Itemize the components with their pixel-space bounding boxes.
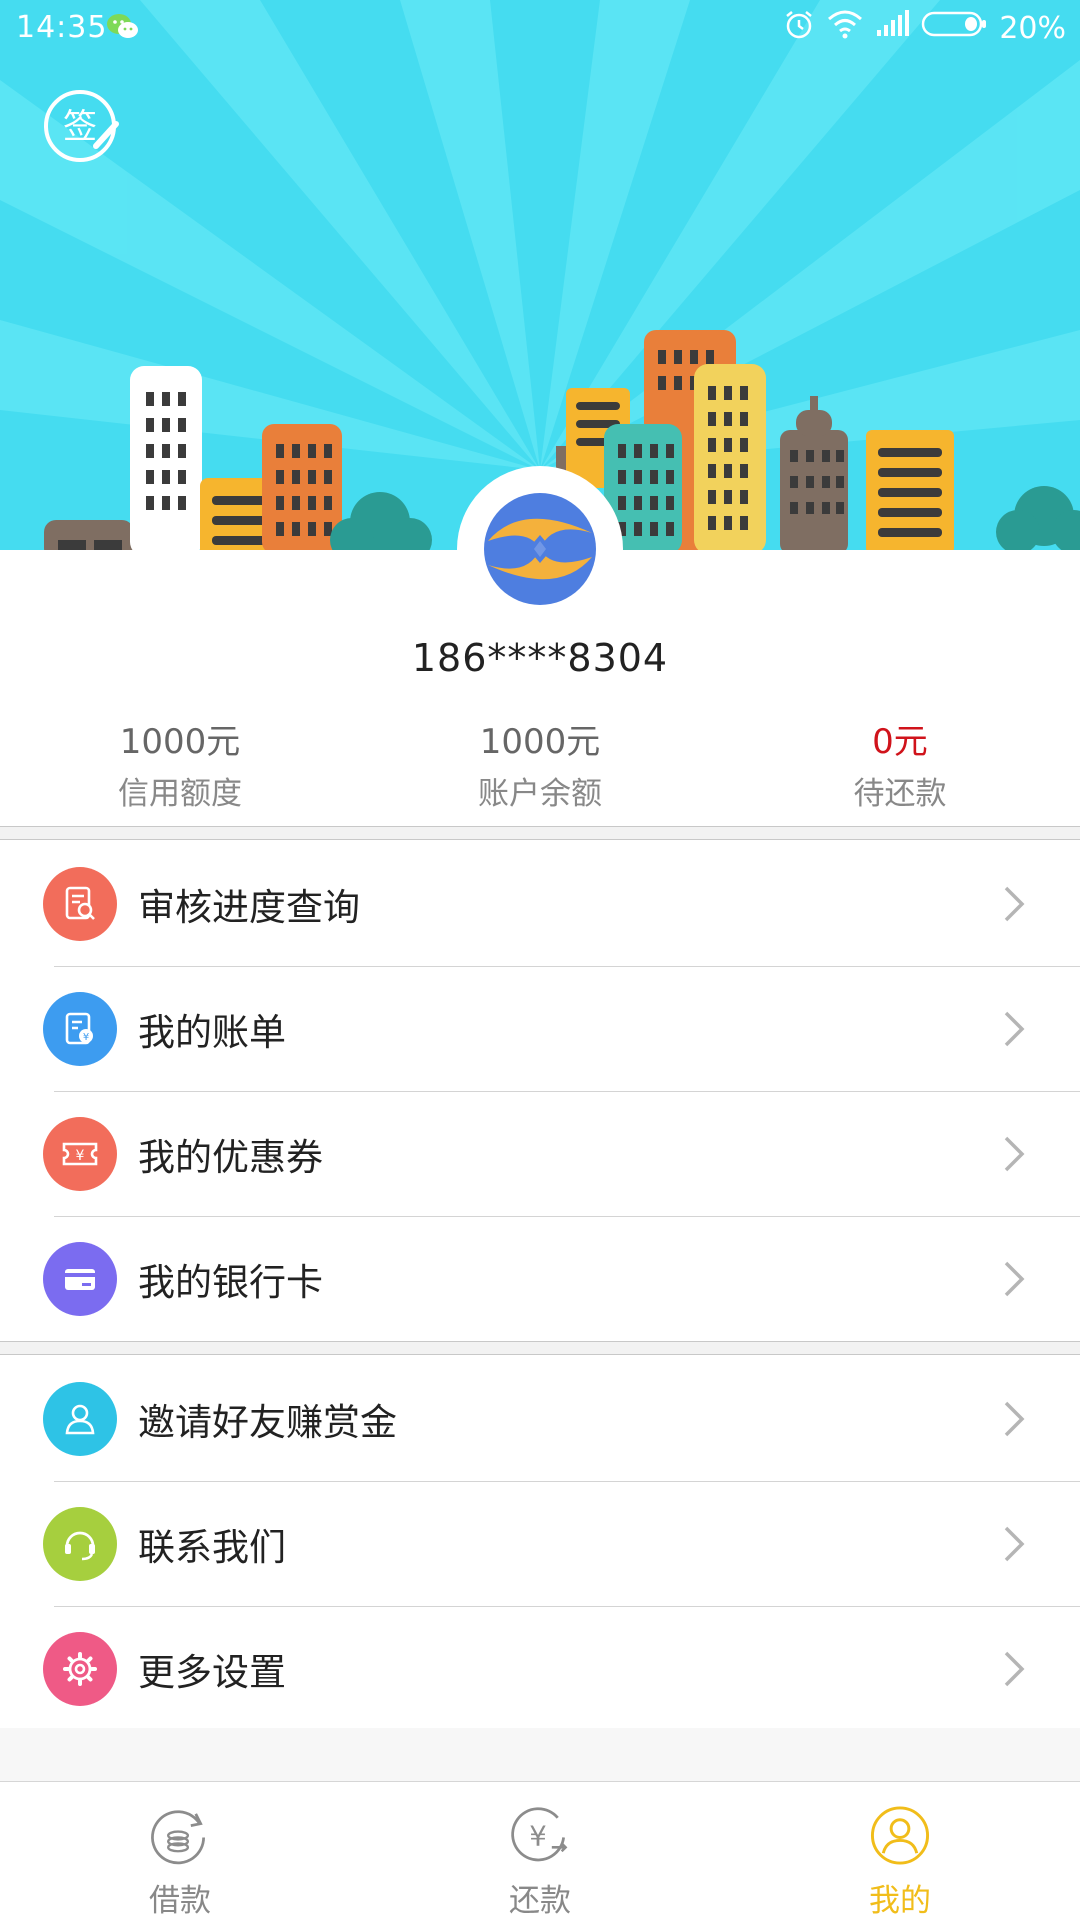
chevron-right-icon <box>1004 1136 1025 1171</box>
tab-repay[interactable]: ¥ 还款 <box>360 1782 720 1920</box>
gear-icon <box>43 1631 117 1706</box>
svg-text:¥: ¥ <box>529 1820 547 1852</box>
status-indicators: 20% <box>783 8 1066 48</box>
menu-label: 更多设置 <box>138 1650 286 1694</box>
sign-in-label: 签 <box>63 107 97 147</box>
stat-pending-repayment[interactable]: 0元 待还款 <box>720 718 1080 828</box>
profile-page: 14:35 20% 签 186****8304 1000元 信用额度 1000元… <box>0 0 1080 1920</box>
account-stats: 1000元 信用额度 1000元 账户余额 0元 待还款 <box>0 718 1080 828</box>
review-progress-icon <box>43 866 117 941</box>
tab-profile[interactable]: 我的 <box>720 1782 1080 1920</box>
menu-label: 我的账单 <box>138 1010 286 1054</box>
signal-icon <box>875 10 910 46</box>
sign-in-button[interactable]: 签 <box>40 86 120 166</box>
coupon-icon: ¥ <box>43 1116 117 1191</box>
tab-label: 我的 <box>869 1883 931 1919</box>
pending-repayment-label: 待还款 <box>853 776 947 812</box>
pending-repayment-value: 0元 <box>872 722 928 762</box>
repay-icon: ¥ <box>511 1807 568 1862</box>
battery-percent: 20% <box>999 10 1066 46</box>
menu-item-contact-us[interactable]: 联系我们 <box>0 1481 1080 1606</box>
wifi-icon <box>827 9 863 47</box>
menu-item-review-progress[interactable]: 审核进度查询 <box>0 841 1080 966</box>
bottom-tab-bar: 借款 ¥ 还款 我的 <box>0 1781 1080 1920</box>
tab-label: 借款 <box>149 1883 211 1919</box>
chevron-right-icon <box>1004 1011 1025 1046</box>
menu-item-invite-friends[interactable]: 邀请好友赚赏金 <box>0 1356 1080 1481</box>
menu-label: 我的优惠券 <box>138 1135 323 1179</box>
menu-label: 审核进度查询 <box>138 885 360 929</box>
menu-label: 联系我们 <box>138 1525 286 1569</box>
menu-item-my-coupons[interactable]: ¥ 我的优惠券 <box>0 1091 1080 1216</box>
profile-icon <box>870 1806 930 1865</box>
stat-credit-limit[interactable]: 1000元 信用额度 <box>0 718 360 828</box>
avatar[interactable] <box>457 466 623 632</box>
user-phone-number: 186****8304 <box>411 636 669 680</box>
chevron-right-icon <box>1004 1651 1025 1686</box>
wechat-notification-icon <box>106 12 140 50</box>
stat-account-balance[interactable]: 1000元 账户余额 <box>360 718 720 828</box>
menu-label: 邀请好友赚赏金 <box>138 1400 397 1444</box>
bank-card-icon <box>43 1241 117 1316</box>
credit-limit-label: 信用额度 <box>118 776 242 812</box>
credit-limit-value: 1000元 <box>119 722 241 762</box>
tab-borrow[interactable]: 借款 <box>0 1782 360 1920</box>
invite-friend-icon <box>43 1381 117 1456</box>
app-logo-icon <box>484 493 596 605</box>
account-balance-label: 账户余额 <box>478 776 602 812</box>
section-divider <box>0 826 1080 840</box>
account-balance-value: 1000元 <box>479 722 601 762</box>
chevron-right-icon <box>1004 1526 1025 1561</box>
chevron-right-icon <box>1004 886 1025 921</box>
footer-spacer <box>0 1728 1080 1782</box>
tab-label: 还款 <box>509 1883 571 1919</box>
sign-in-icon: 签 <box>44 90 119 162</box>
svg-text:¥: ¥ <box>76 1148 85 1164</box>
menu-item-my-bank-cards[interactable]: 我的银行卡 <box>0 1216 1080 1341</box>
bill-icon: ¥ <box>43 991 117 1066</box>
menu-label: 我的银行卡 <box>138 1260 323 1304</box>
menu-item-more-settings[interactable]: 更多设置 <box>0 1606 1080 1731</box>
section-divider <box>0 1341 1080 1355</box>
chevron-right-icon <box>1004 1401 1025 1436</box>
status-bar: 14:35 20% <box>0 0 1080 56</box>
headset-icon <box>43 1506 117 1581</box>
menu-group-more: 邀请好友赚赏金 联系我们 更多设置 <box>0 1356 1080 1731</box>
alarm-icon <box>783 8 815 48</box>
battery-icon <box>921 10 987 46</box>
borrow-icon <box>151 1810 206 1865</box>
status-time: 14:35 <box>16 10 108 45</box>
chevron-right-icon <box>1004 1261 1025 1296</box>
svg-text:¥: ¥ <box>83 1032 89 1043</box>
menu-item-my-bills[interactable]: ¥ 我的账单 <box>0 966 1080 1091</box>
menu-group-account: 审核进度查询 ¥ 我的账单 ¥ 我的优惠券 我的银行卡 <box>0 841 1080 1341</box>
